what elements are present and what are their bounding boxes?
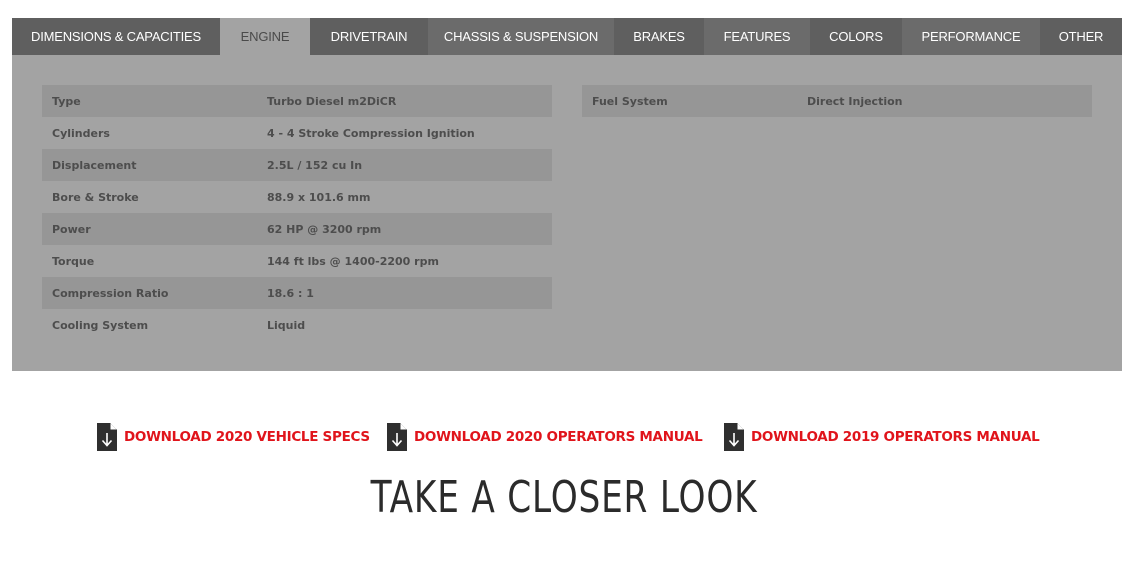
download-label: DOWNLOAD 2020 OPERATORS MANUAL [414, 429, 703, 445]
tab-drivetrain[interactable]: DRIVETRAIN [310, 18, 428, 55]
engine-specs-panel: Type Turbo Diesel m2DiCR Cylinders 4 - 4… [12, 55, 1122, 371]
spec-label: Cylinders [52, 126, 110, 140]
tab-performance[interactable]: PERFORMANCE [902, 18, 1040, 55]
document-download-icon [387, 423, 407, 451]
spec-label: Torque [52, 254, 95, 268]
download-2020-vehicle-specs-link[interactable]: DOWNLOAD 2020 VEHICLE SPECS [96, 422, 370, 452]
spec-row: Bore & Stroke 88.9 x 101.6 mm [42, 181, 552, 213]
spec-row: Displacement 2.5L / 152 cu In [42, 149, 552, 181]
spec-row: Cooling System Liquid [42, 309, 552, 341]
download-links: DOWNLOAD 2020 VEHICLE SPECS DOWNLOAD 202… [0, 422, 1128, 452]
spec-row: Power 62 HP @ 3200 rpm [42, 213, 552, 245]
download-label: DOWNLOAD 2020 VEHICLE SPECS [124, 429, 370, 445]
spec-label: Power [52, 222, 91, 236]
spec-label: Bore & Stroke [52, 190, 139, 204]
tab-engine[interactable]: ENGINE [220, 18, 310, 55]
spec-label: Displacement [52, 158, 137, 172]
section-heading: TAKE A CLOSER LOOK [370, 472, 758, 523]
spec-label: Type [52, 94, 81, 108]
spec-table-right: Fuel System Direct Injection [582, 85, 1092, 117]
spec-row: Cylinders 4 - 4 Stroke Compression Ignit… [42, 117, 552, 149]
spec-tabs: DIMENSIONS & CAPACITIES ENGINE DRIVETRAI… [12, 18, 1122, 55]
spec-value: 88.9 x 101.6 mm [267, 190, 371, 204]
spec-row: Fuel System Direct Injection [582, 85, 1092, 117]
spec-row: Torque 144 ft lbs @ 1400-2200 rpm [42, 245, 552, 277]
tab-brakes[interactable]: BRAKES [614, 18, 704, 55]
document-download-icon [97, 423, 117, 451]
spec-value: Liquid [267, 318, 306, 332]
spec-value: 62 HP @ 3200 rpm [267, 222, 382, 236]
spec-row: Compression Ratio 18.6 : 1 [42, 277, 552, 309]
tab-colors[interactable]: COLORS [810, 18, 902, 55]
spec-label: Fuel System [592, 94, 668, 108]
tab-chassis-suspension[interactable]: CHASSIS & SUSPENSION [428, 18, 614, 55]
download-label: DOWNLOAD 2019 OPERATORS MANUAL [751, 429, 1040, 445]
spec-value: Direct Injection [807, 94, 903, 108]
download-2020-operators-manual-link[interactable]: DOWNLOAD 2020 OPERATORS MANUAL [386, 422, 703, 452]
download-2019-operators-manual-link[interactable]: DOWNLOAD 2019 OPERATORS MANUAL [723, 422, 1040, 452]
tab-dimensions-capacities[interactable]: DIMENSIONS & CAPACITIES [12, 18, 220, 55]
tab-features[interactable]: FEATURES [704, 18, 810, 55]
document-download-icon [724, 423, 744, 451]
spec-value: Turbo Diesel m2DiCR [267, 94, 397, 108]
spec-value: 18.6 : 1 [267, 286, 314, 300]
spec-value: 144 ft lbs @ 1400-2200 rpm [267, 254, 439, 268]
spec-table-left: Type Turbo Diesel m2DiCR Cylinders 4 - 4… [42, 85, 552, 341]
spec-row: Type Turbo Diesel m2DiCR [42, 85, 552, 117]
spec-value: 4 - 4 Stroke Compression Ignition [267, 126, 475, 140]
spec-value: 2.5L / 152 cu In [267, 158, 363, 172]
spec-label: Cooling System [52, 318, 149, 332]
tab-other[interactable]: OTHER [1040, 18, 1122, 55]
spec-label: Compression Ratio [52, 286, 169, 300]
